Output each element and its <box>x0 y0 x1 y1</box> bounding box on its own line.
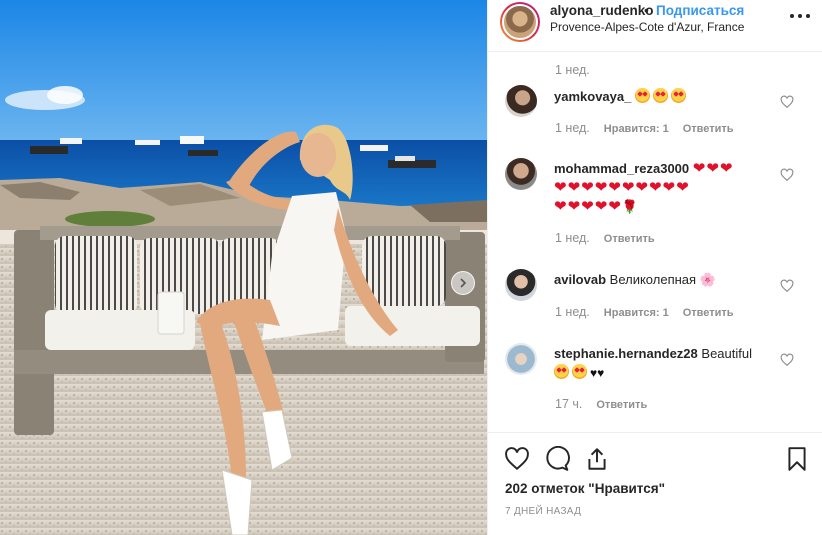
more-options-button[interactable] <box>790 8 810 24</box>
reply-button[interactable]: Ответить <box>596 399 647 411</box>
share-icon[interactable] <box>584 446 610 472</box>
next-photo-button[interactable] <box>451 271 475 295</box>
comment-body: avilovab Великолепная 🌸 <box>554 270 774 289</box>
post-photo[interactable] <box>0 0 487 535</box>
comment-time[interactable]: 1 нед. <box>555 121 590 135</box>
chevron-right-icon <box>460 278 467 288</box>
comment-time[interactable]: 1 нед. <box>555 305 590 319</box>
commenter-avatar[interactable] <box>505 343 537 375</box>
location-link[interactable]: Provence-Alpes-Cote d'Azur, France <box>550 20 744 34</box>
star-struck-emoji-icon <box>634 88 650 103</box>
comment-time[interactable]: 17 ч. <box>555 397 582 411</box>
comment-bubble-icon[interactable] <box>544 446 570 472</box>
author-avatar[interactable] <box>500 2 540 42</box>
commenter-username[interactable]: yamkovaya_ <box>554 89 631 104</box>
commenter-username[interactable]: mohammad_reza3000 <box>554 161 689 176</box>
comment-body: yamkovaya_ <box>554 87 774 106</box>
star-struck-emoji-icon <box>652 88 668 103</box>
comment-meta: 1 нед. Ответить <box>555 231 655 245</box>
comment-text: Beautiful <box>701 346 752 361</box>
comment-likes-count[interactable]: Нравится: 1 <box>604 307 669 319</box>
commenter-avatar[interactable] <box>505 158 537 190</box>
comment-likes-count[interactable]: Нравится: 1 <box>604 123 669 135</box>
comment-meta: 1 нед. Нравится: 1 Ответить <box>555 121 734 135</box>
comment-meta: 17 ч. Ответить <box>555 397 647 411</box>
rose-emoji-icon: 🌹 <box>621 199 639 214</box>
comment-like-heart-icon[interactable] <box>780 168 794 182</box>
comment-body: stephanie.hernandez28 Beautiful ♥♥ <box>554 344 769 383</box>
comment-like-heart-icon[interactable] <box>780 95 794 109</box>
red-hearts-text: ❤❤❤ <box>692 160 734 177</box>
comment-body: mohammad_reza3000 ❤❤❤ ❤❤❤❤❤❤❤❤❤❤ ❤❤❤❤❤🌹 <box>554 159 769 216</box>
author-username[interactable]: alyona_rudenko <box>550 3 654 18</box>
comment-like-heart-icon[interactable] <box>780 353 794 367</box>
caption-time[interactable]: 1 нед. <box>555 63 590 77</box>
more-dots-icon <box>790 14 794 18</box>
heart-outline-icon[interactable] <box>504 446 530 472</box>
commenter-username[interactable]: avilovab <box>554 272 606 287</box>
header-separator: • <box>644 3 649 18</box>
post-header: alyona_rudenko • Подписаться Provence-Al… <box>488 0 822 52</box>
comment-time[interactable]: 1 нед. <box>555 231 590 245</box>
commenter-avatar[interactable] <box>505 269 537 301</box>
comment-like-heart-icon[interactable] <box>780 279 794 293</box>
reply-button[interactable]: Ответить <box>683 307 734 319</box>
commenter-avatar[interactable] <box>505 85 537 117</box>
star-struck-emoji-icon <box>554 364 569 379</box>
likes-count[interactable]: 202 отметок "Нравится" <box>505 481 665 496</box>
post-side-panel: alyona_rudenko • Подписаться Provence-Al… <box>487 0 822 535</box>
star-struck-emoji-icon <box>572 364 587 379</box>
post-date[interactable]: 7 ДНЕЙ НАЗАД <box>505 506 581 517</box>
reply-button[interactable]: Ответить <box>683 123 734 135</box>
bookmark-icon[interactable] <box>784 446 810 472</box>
red-hearts-text: ❤❤❤❤❤ <box>554 198 622 215</box>
post-actions: 202 отметок "Нравится" 7 ДНЕЙ НАЗАД <box>488 432 822 535</box>
cherry-blossom-emoji-icon: 🌸 <box>699 272 716 287</box>
comment-text: Великолепная <box>609 272 697 287</box>
reply-button[interactable]: Ответить <box>604 233 655 245</box>
commenter-username[interactable]: stephanie.hernandez28 <box>554 346 698 361</box>
follow-button[interactable]: Подписаться <box>656 3 744 18</box>
comment-meta: 1 нед. Нравится: 1 Ответить <box>555 305 734 319</box>
black-hearts-text: ♥♥ <box>590 366 605 380</box>
star-struck-emoji-icon <box>670 88 686 103</box>
photo-illustration <box>0 0 487 535</box>
red-hearts-text: ❤❤❤❤❤❤❤❤❤❤ <box>554 179 690 196</box>
